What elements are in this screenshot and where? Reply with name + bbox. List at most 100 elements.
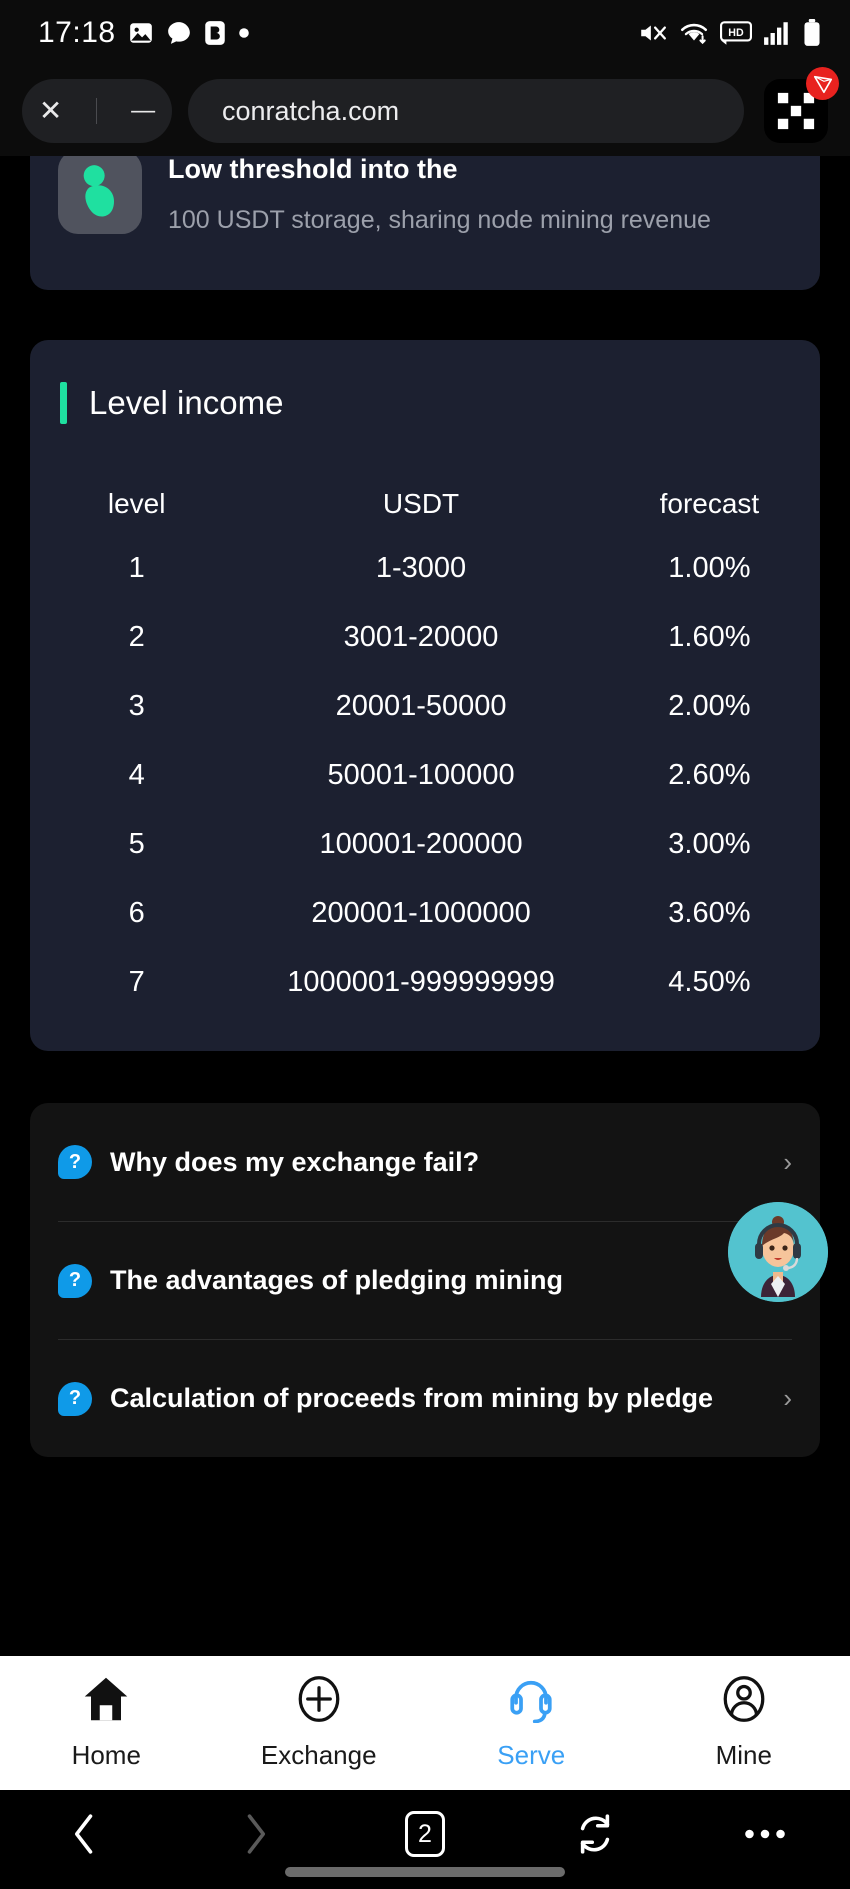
nav-item-serve[interactable]: Serve [425,1675,638,1771]
level-income-card: Level income level USDT forecast 1 1-300… [30,340,820,1051]
cell-forecast: 1.00% [668,552,751,584]
back-icon[interactable] [45,1804,125,1864]
column-header-forecast: forecast [659,488,760,519]
home-icon [81,1675,131,1728]
gesture-bar [285,1867,565,1877]
signal-icon [763,20,791,46]
cell-forecast: 2.00% [668,690,751,722]
person-circle-icon [719,1675,769,1728]
faq-card: ? Why does my exchange fail? › ? The adv… [30,1103,820,1457]
customer-service-avatar[interactable] [728,1202,828,1302]
refresh-icon[interactable] [555,1804,635,1864]
cell-level: 6 [128,897,145,929]
chevron-right-icon: › [783,1146,792,1177]
minimize-icon[interactable]: — [131,99,155,123]
faq-item-proceeds-calculation[interactable]: ? Calculation of proceeds from mining by… [58,1339,792,1457]
person-mining-icon [58,156,142,234]
b-app-icon [204,20,226,46]
column-header-level: level [107,488,166,519]
table-row: 3 20001-50000 2.00% [30,672,820,741]
divider [96,98,98,124]
cell-usdt: 50001-100000 [327,759,515,791]
table-row: 2 3001-20000 1.60% [30,603,820,672]
page-content: Low threshold into the 100 USDT storage,… [0,156,850,1656]
more-icon[interactable] [725,1804,805,1864]
nav-item-home[interactable]: Home [0,1675,213,1771]
battery-icon [802,19,822,47]
cell-level: 4 [128,759,145,791]
status-bar: 17:18 HD [0,0,850,66]
close-icon[interactable]: ✕ [39,97,62,125]
question-icon: ? [58,1263,92,1298]
status-bar-left: 17:18 [38,16,250,50]
cell-usdt: 20001-50000 [335,690,507,722]
table-row: 4 50001-100000 2.60% [30,741,820,810]
table-body: 1 1-3000 1.00% 2 3001-20000 1.60% 3 2000… [30,534,820,1017]
window-controls: ✕ — [22,79,172,143]
table-row: 7 1000001-999999999 4.50% [30,948,820,1017]
promo-text: Low threshold into the 100 USDT storage,… [168,156,711,241]
hd-icon: HD [720,21,752,45]
question-icon: ? [58,1381,92,1416]
cell-usdt: 1000001-999999999 [287,966,555,998]
table-row: 6 200001-1000000 3.60% [30,879,820,948]
dot-icon [238,27,250,39]
svg-text:HD: HD [728,27,744,39]
wifi-icon [679,20,709,46]
tab-count-button[interactable]: 2 [385,1804,465,1864]
table-row: 1 1-3000 1.00% [30,534,820,603]
status-bar-right: HD [638,19,822,47]
promo-subtitle: 100 USDT storage, sharing node mining re… [168,206,711,234]
promo-card[interactable]: Low threshold into the 100 USDT storage,… [30,156,820,290]
qr-app-icon[interactable] [764,67,839,143]
nav-label: Exchange [260,1740,377,1770]
level-income-header: Level income [30,382,820,424]
table-header-row: level USDT forecast [30,470,820,534]
page-title: Level income [89,384,284,421]
nav-item-exchange[interactable]: Exchange [213,1675,426,1771]
cell-level: 1 [128,552,145,584]
cell-forecast: 4.50% [668,966,751,998]
cell-forecast: 3.00% [668,828,751,860]
table-header: level USDT forecast [30,470,820,534]
chat-icon [166,20,192,46]
cell-forecast: 3.60% [668,897,751,929]
tron-badge-icon [806,67,839,100]
nav-label: Serve [497,1740,566,1770]
cell-usdt: 100001-200000 [319,828,523,860]
headset-icon [506,1675,556,1728]
photo-icon [128,20,154,46]
faq-item-exchange-fail[interactable]: ? Why does my exchange fail? › [58,1103,792,1221]
forward-icon [215,1804,295,1864]
url-text: conratcha.com [222,95,400,126]
table-row: 5 100001-200000 3.00% [30,810,820,879]
cell-usdt: 3001-20000 [343,621,499,653]
cell-forecast: 2.60% [668,759,751,791]
cell-usdt: 200001-1000000 [311,897,531,929]
browser-bottom-bar: 2 [0,1790,850,1889]
cell-level: 5 [128,828,145,860]
url-bar[interactable]: conratcha.com [188,79,744,143]
faq-label: Why does my exchange fail? [110,1146,480,1177]
cell-level: 3 [128,690,145,722]
app-bottom-nav: Home Exchange Serve Mine [0,1656,850,1790]
promo-title: Low threshold into the [168,156,458,184]
cell-usdt: 1-3000 [375,552,467,584]
nav-label: Home [71,1740,141,1770]
plus-circle-icon [294,1675,344,1728]
cell-level: 2 [128,621,145,653]
tab-count-label: 2 [405,1811,445,1857]
nav-label: Mine [715,1740,772,1770]
cell-level: 7 [128,966,145,998]
level-income-table: level USDT forecast 1 1-3000 1.00% 2 300… [30,470,820,1017]
faq-label: Calculation of proceeds from mining by p… [110,1383,714,1413]
cell-forecast: 1.60% [668,621,751,653]
nav-item-mine[interactable]: Mine [638,1675,850,1771]
faq-label: The advantages of pledging mining [110,1265,564,1295]
browser-top-bar: ✕ — conratcha.com [0,66,850,156]
faq-item-pledging-advantages[interactable]: ? The advantages of pledging mining › [58,1221,792,1339]
status-time: 17:18 [38,16,116,49]
column-header-usdt: USDT [382,488,460,519]
chevron-right-icon: › [783,1383,792,1413]
accent-bar [60,382,67,424]
